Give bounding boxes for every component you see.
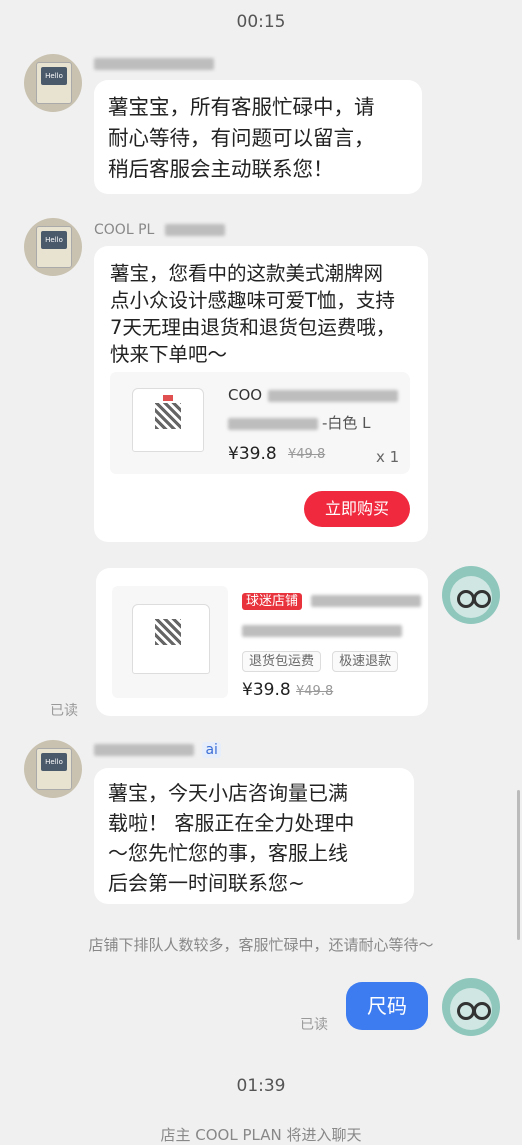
product-title: 球迷店铺 [242,590,422,610]
ai-badge: ai [202,742,221,758]
timestamp: 00:15 [236,12,286,32]
message-line: ～您先忙您的事，客服上线 [108,841,348,865]
message-line: 点小众设计感趣味可爱T恤，支持 [110,289,395,312]
message-line: 耐心等待，有问题可以留言， [108,126,375,150]
message-line: 薯宝宝，所有客服忙碌中，请 [108,95,375,119]
sent-message-bubble[interactable]: 尺码 [346,982,428,1030]
sender-name-blurred [94,56,214,72]
product-old-price: ¥49.8 [296,684,334,699]
message-line: 快来下单吧～ [110,343,228,366]
shop-badge: 球迷店铺 [242,593,303,610]
product-image [110,372,214,474]
buy-now-button[interactable]: 立即购买 [304,491,410,527]
product-price: ¥39.8 [228,444,277,464]
product-message-bubble[interactable]: 薯宝，您看中的这款美式潮牌网 点小众设计感趣味可爱T恤，支持 7天无理由退货和退… [94,246,428,542]
tag-free-return: 退货包运费 [242,651,322,672]
product-price: ¥39.8 [242,680,291,700]
product-image [112,586,228,698]
sender-name-text: COOL PL [94,222,155,238]
system-notice: 店铺下排队人数较多，客服忙碌中，还请耐心等待～ [88,936,434,954]
product-subtitle-blurred [242,620,402,639]
scrollbar[interactable] [517,790,520,940]
product-tags: 退货包运费 极速退款 [242,650,399,672]
shop-avatar[interactable]: Hello [24,740,82,798]
message-line: 载啦！ 客服正在全力处理中 [108,811,355,835]
message-line: 稍后客服会主动联系您！ [108,157,334,181]
product-card[interactable]: COO -白色 L ¥39.8 ¥49.8 x 1 [110,372,410,474]
product-quantity: x 1 [376,448,400,466]
message-line: 后会第一时间联系您~ [108,871,305,895]
tag-fast-refund: 极速退款 [332,651,399,672]
product-title: COO [228,386,399,404]
message-line: 薯宝，今天小店咨询量已满 [108,781,348,805]
sender-name: COOL PL [94,222,225,238]
product-old-price: ¥49.8 [288,447,326,462]
product-spec-text: -白色 L [322,414,371,432]
user-avatar[interactable] [442,566,500,624]
read-receipt: 已读 [300,1017,328,1033]
sent-product-card[interactable]: 球迷店铺 退货包运费 极速退款 ¥39.8 ¥49.8 [96,568,428,716]
message-line: 7天无理由退货和退货包运费哦， [110,316,396,339]
shop-avatar[interactable]: Hello [24,54,82,112]
sender-name: ai [94,742,221,758]
timestamp: 01:39 [236,1076,286,1096]
message-bubble[interactable]: 薯宝宝，所有客服忙碌中，请 耐心等待，有问题可以留言， 稍后客服会主动联系您！ [94,80,422,194]
shop-avatar[interactable]: Hello [24,218,82,276]
message-line: 薯宝，您看中的这款美式潮牌网 [110,262,384,285]
product-title-text: COO [228,386,263,404]
product-spec: -白色 L [228,412,371,433]
message-bubble[interactable]: 薯宝，今天小店咨询量已满 载啦！ 客服正在全力处理中 ～您先忙您的事，客服上线 … [94,768,414,904]
user-avatar[interactable] [442,978,500,1036]
read-receipt: 已读 [50,703,78,719]
